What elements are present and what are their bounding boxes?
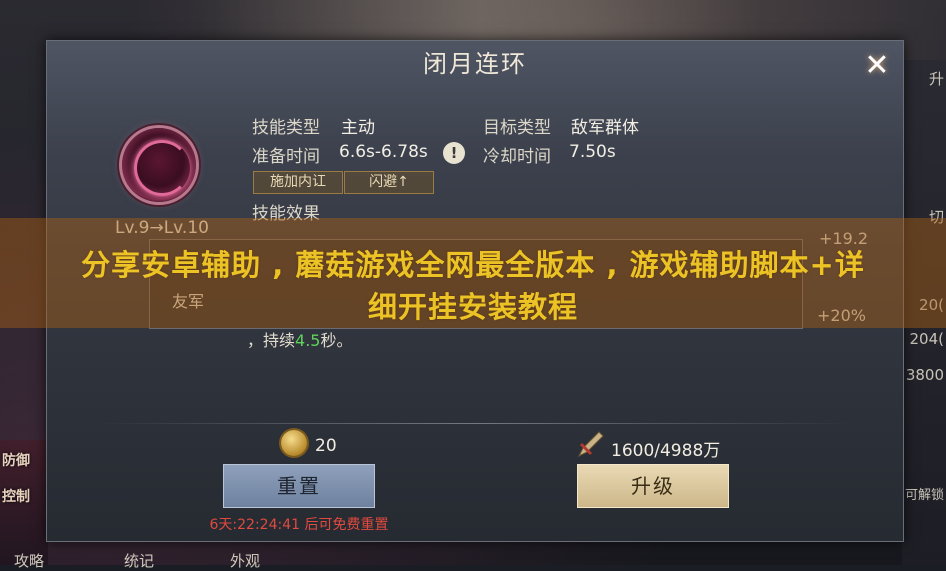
side-right-item: 204( (909, 330, 944, 348)
merit-cost: 1600/4988万 (611, 441, 721, 461)
skill-icon[interactable] (122, 128, 196, 202)
close-icon[interactable]: ✕ (859, 49, 895, 85)
effect-duration-suffix: 秒。 (320, 331, 353, 350)
side-right-item: 3800 (905, 366, 944, 384)
info-exclamation-icon[interactable]: ! (443, 142, 465, 164)
sword-icon (577, 431, 604, 458)
banner-line-1: 分享安卓辅助 , 蘑菇游戏全网最全版本 , 游戏辅助脚本+详 (81, 248, 865, 282)
bottom-nav-strategy[interactable]: 攻略 (14, 550, 44, 571)
effect-line-duration: ，持续4.5秒。 (247, 327, 352, 351)
target-type-value: 敌军群体 (571, 118, 639, 138)
skill-type-label: 技能类型 (252, 118, 320, 138)
tag-internal-strife: 施加内讧 (253, 171, 343, 194)
side-right-item[interactable]: 升 (929, 68, 944, 89)
side-tag-control[interactable]: 控制 (0, 486, 48, 508)
watermark-banner: 分享安卓辅助 , 蘑菇游戏全网最全版本 , 游戏辅助脚本+详 细开挂安装教程 (0, 218, 946, 328)
prep-time-value: 6.6s-6.78s (339, 142, 428, 162)
upgrade-button[interactable]: 升级 (577, 464, 729, 508)
coin-cost: 20 (315, 436, 337, 456)
top-ornament (200, 0, 760, 41)
dialog-title: 闭月连环 (423, 50, 527, 78)
bottom-nav-appearance[interactable]: 外观 (230, 550, 260, 571)
target-type-label: 目标类型 (483, 118, 551, 138)
effect-duration-value: 4.5 (295, 331, 321, 350)
tag-dodge-up: 闪避↑ (344, 171, 434, 194)
reset-button[interactable]: 重置 (223, 464, 375, 508)
coin-icon (281, 430, 307, 456)
bottom-nav: 攻略 统记 外观 (0, 543, 946, 570)
free-reset-timer: 6天:22:24:41 后可免费重置 (209, 517, 389, 533)
cooldown-label: 冷却时间 (483, 147, 551, 167)
banner-line-2: 细开挂安装教程 (367, 290, 578, 324)
skill-type-value: 主动 (341, 118, 375, 138)
cooldown-value: 7.50s (569, 142, 616, 162)
side-tag-defense[interactable]: 防御 (0, 450, 48, 472)
divider (97, 423, 853, 424)
side-right-item[interactable]: 可解锁 (905, 484, 944, 503)
prep-time-label: 准备时间 (252, 147, 320, 167)
bottom-nav-records[interactable]: 统记 (124, 550, 154, 571)
effect-duration-prefix: ，持续 (247, 331, 296, 350)
